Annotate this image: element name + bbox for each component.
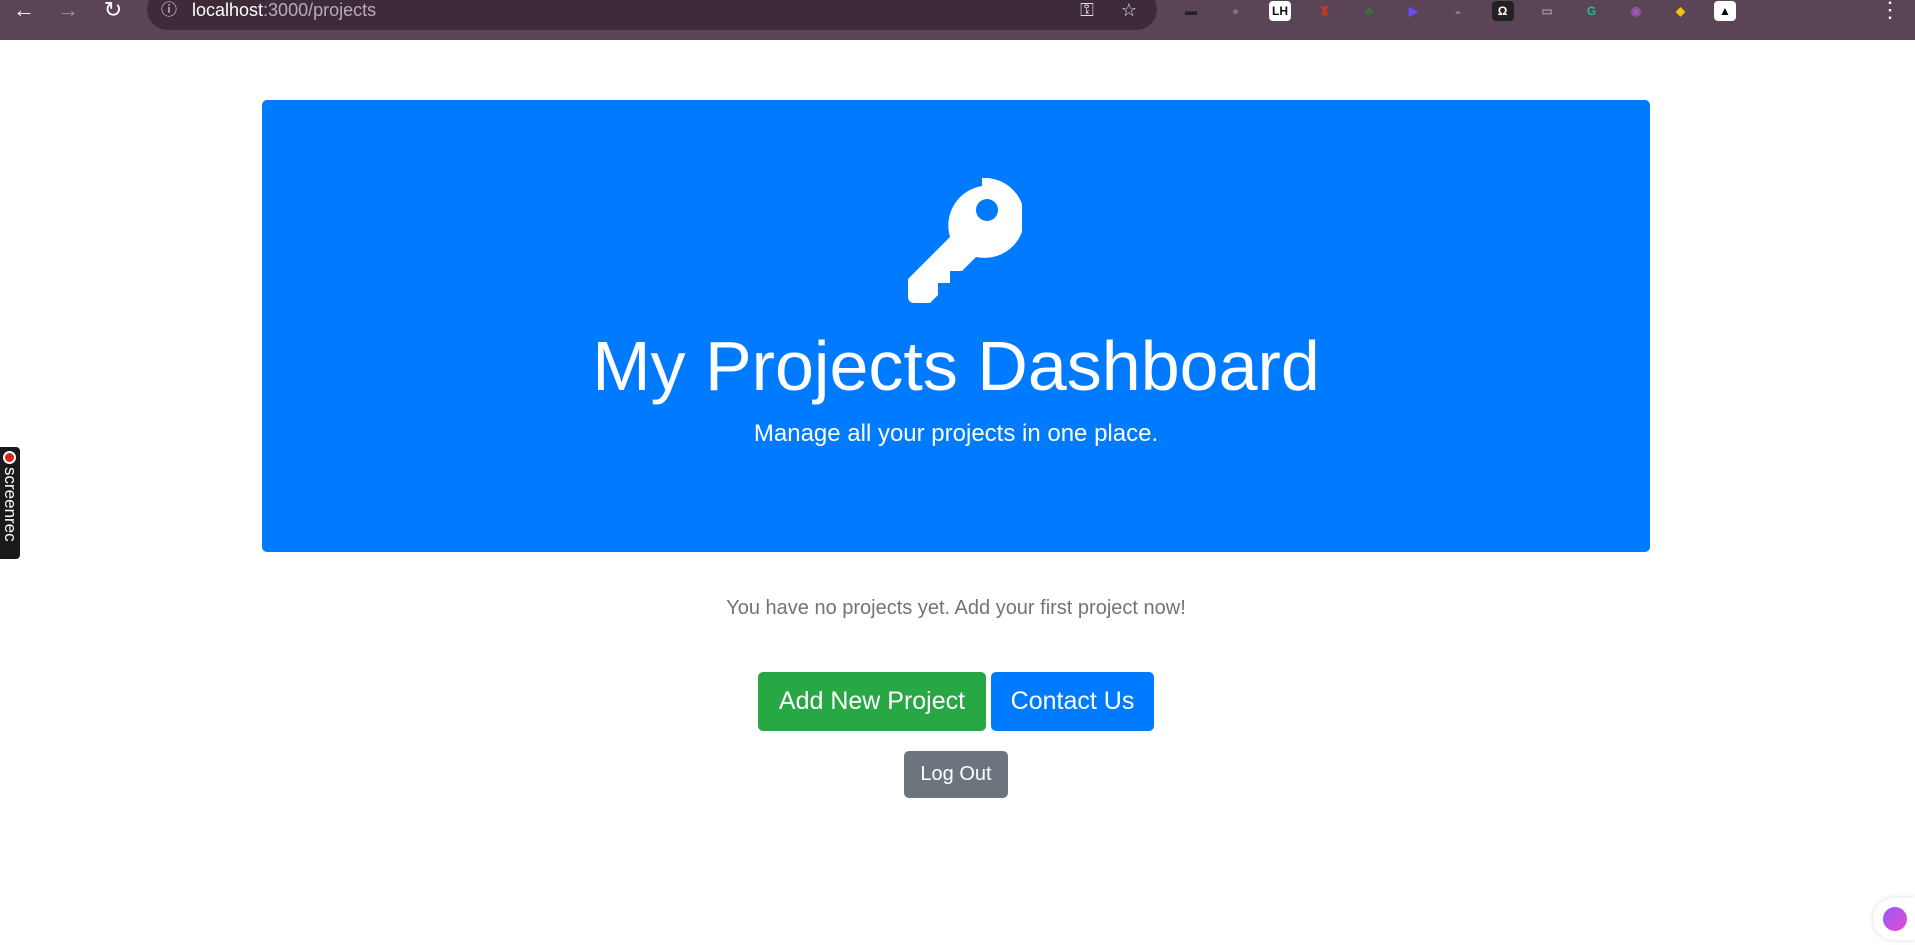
triangle-ext-icon[interactable]: ▲ (1714, 1, 1736, 21)
screenrec-tab[interactable]: screenrec (0, 447, 20, 559)
red-ext-icon[interactable]: ♜ (1314, 1, 1336, 21)
site-info-icon[interactable]: ⓘ (158, 0, 180, 22)
brain-ext-icon[interactable]: ◉ (1625, 1, 1647, 21)
assistant-widget[interactable] (1873, 898, 1915, 940)
play-ext-icon[interactable]: ▶ (1403, 1, 1425, 21)
url-host: localhost (192, 0, 264, 20)
highlighter-ext-icon[interactable]: ◆ (1670, 1, 1692, 21)
reload-icon[interactable]: ↻ (99, 0, 127, 22)
bowl-ext-icon[interactable]: ◒ (1447, 1, 1469, 21)
url-text[interactable]: localhost:3000/projects (192, 0, 376, 22)
log-out-button[interactable]: Log Out (904, 751, 1008, 798)
lh-ext-icon[interactable]: LH (1269, 1, 1291, 21)
page-subtitle: Manage all your projects in one place. (753, 420, 1159, 447)
card-ext-icon[interactable]: ▭ (1536, 1, 1558, 21)
key-icon (908, 178, 1022, 303)
grammarly-ext-icon[interactable]: G (1581, 1, 1603, 21)
bookmark-star-icon[interactable]: ☆ (1116, 0, 1142, 22)
brain-icon (1883, 907, 1907, 931)
page-title: My Projects Dashboard (592, 327, 1320, 405)
empty-state-message: You have no projects yet. Add your first… (726, 597, 1186, 619)
record-dot-icon (3, 451, 16, 464)
gray-ext-icon[interactable]: ● (1225, 1, 1247, 21)
forward-icon[interactable]: → (54, 0, 82, 22)
url-path: :3000/projects (263, 0, 377, 20)
screenrec-label: screenrec (1, 467, 20, 542)
browser-menu-icon[interactable]: ⋮ (1876, 0, 1904, 22)
omega-ext-icon[interactable]: Ω (1491, 1, 1514, 21)
contact-us-button[interactable]: Contact Us (991, 672, 1154, 731)
incognito-ext-icon[interactable]: ▬ (1180, 1, 1202, 21)
puzzle-ext-icon[interactable]: ⧉ (1759, 1, 1781, 21)
tree-ext-icon[interactable]: ♣ (1358, 1, 1380, 21)
back-icon[interactable]: ← (10, 0, 38, 22)
password-key-icon[interactable]: ⚿ (1074, 0, 1100, 22)
add-new-project-button[interactable]: Add New Project (758, 672, 986, 731)
browser-toolbar: ← → ↻ ⓘ localhost:3000/projects ⚿ ☆ ▬ ● LH… (0, 0, 1915, 40)
